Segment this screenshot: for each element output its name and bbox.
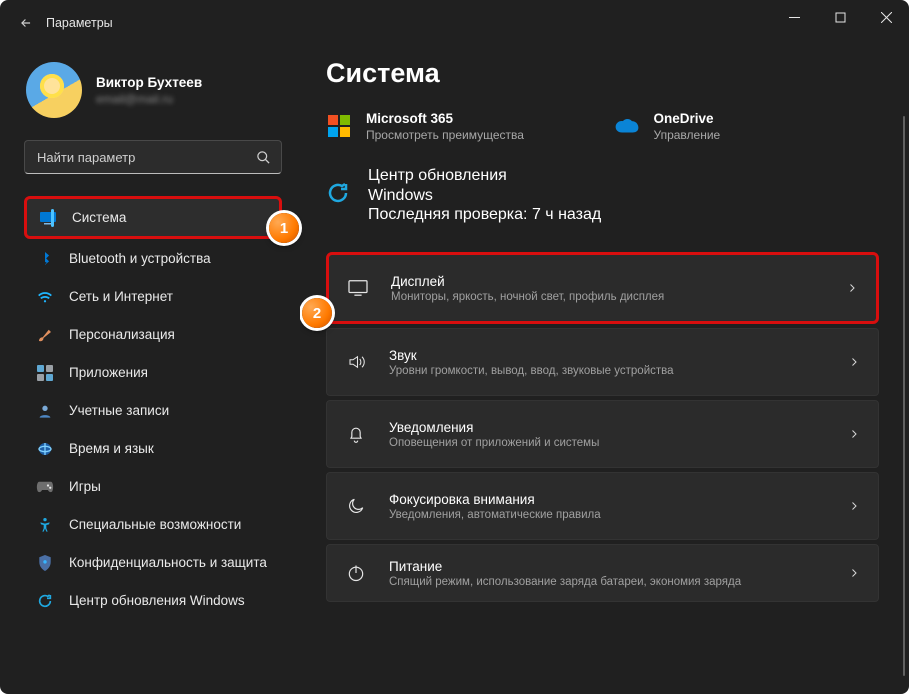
tile-title: Microsoft 365 xyxy=(366,111,524,126)
tile-sub: Последняя проверка: 7 ч назад xyxy=(368,206,601,224)
sidebar-item-label: Учетные записи xyxy=(69,403,169,418)
apps-icon xyxy=(36,364,54,382)
main-panel: Система Microsoft 365 Просмотреть преиму… xyxy=(300,46,909,694)
sidebar: Виктор Бухтеев email@mail.ru Система 1 B… xyxy=(0,46,300,694)
card-title: Фокусировка внимания xyxy=(389,492,826,507)
ms365-icon xyxy=(326,113,352,139)
chevron-right-icon xyxy=(848,427,860,441)
sidebar-item-label: Система xyxy=(72,210,126,225)
search-box[interactable] xyxy=(24,140,282,174)
wifi-icon xyxy=(36,288,54,306)
nav-list: Система 1 Bluetooth и устройства Сеть и … xyxy=(24,196,282,619)
card-sound[interactable]: Звук Уровни громкости, вывод, ввод, звук… xyxy=(326,328,879,396)
user-email: email@mail.ru xyxy=(96,92,202,106)
sidebar-item-time-language[interactable]: Время и язык xyxy=(24,430,282,467)
card-title: Звук xyxy=(389,348,826,363)
power-icon xyxy=(345,562,367,584)
card-display[interactable]: Дисплей Мониторы, яркость, ночной свет, … xyxy=(326,252,879,324)
sidebar-item-label: Конфиденциальность и защита xyxy=(69,555,267,570)
card-sub: Уровни громкости, вывод, ввод, звуковые … xyxy=(389,365,826,377)
card-power[interactable]: Питание Спящий режим, использование заря… xyxy=(326,544,879,602)
sidebar-item-system[interactable]: Система 1 xyxy=(24,196,282,239)
settings-window: Параметры Виктор Бухтеев email@mail.ru xyxy=(0,0,909,694)
globe-icon xyxy=(36,440,54,458)
avatar xyxy=(26,62,82,118)
tile-title: OneDrive xyxy=(654,111,721,126)
sidebar-item-accounts[interactable]: Учетные записи xyxy=(24,392,282,429)
account-icon xyxy=(36,402,54,420)
search-icon xyxy=(256,150,271,165)
games-icon xyxy=(36,478,54,496)
maximize-button[interactable] xyxy=(817,0,863,34)
close-button[interactable] xyxy=(863,0,909,34)
chevron-right-icon xyxy=(846,281,858,295)
sidebar-item-accessibility[interactable]: Специальные возможности xyxy=(24,506,282,543)
sidebar-item-label: Персонализация xyxy=(69,327,175,342)
sidebar-item-privacy[interactable]: Конфиденциальность и защита xyxy=(24,544,282,581)
sidebar-item-bluetooth[interactable]: Bluetooth и устройства xyxy=(24,240,282,277)
bell-icon xyxy=(345,423,367,445)
onedrive-icon xyxy=(614,113,640,139)
annotation-step-2: 2 xyxy=(302,298,332,328)
card-sub: Оповещения от приложений и системы xyxy=(389,437,826,449)
bluetooth-icon xyxy=(36,250,54,268)
sidebar-item-label: Центр обновления Windows xyxy=(69,593,245,608)
chevron-right-icon xyxy=(848,355,860,369)
tile-sub: Просмотреть преимущества xyxy=(366,128,524,142)
update-icon xyxy=(326,181,354,209)
settings-list: Дисплей Мониторы, яркость, ночной свет, … xyxy=(326,252,887,602)
card-notifications[interactable]: Уведомления Оповещения от приложений и с… xyxy=(326,400,879,468)
card-focus-assist[interactable]: Фокусировка внимания Уведомления, автома… xyxy=(326,472,879,540)
search-input[interactable] xyxy=(35,149,239,166)
sidebar-item-label: Специальные возможности xyxy=(69,517,241,532)
shield-icon xyxy=(36,554,54,572)
card-sub: Мониторы, яркость, ночной свет, профиль … xyxy=(391,291,824,303)
minimize-icon xyxy=(789,12,800,23)
moon-icon xyxy=(345,495,367,517)
window-controls xyxy=(771,0,909,34)
card-sub: Уведомления, автоматические правила xyxy=(389,509,826,521)
system-icon xyxy=(39,209,57,227)
maximize-icon xyxy=(835,12,846,23)
card-title: Питание xyxy=(389,559,826,574)
sidebar-item-apps[interactable]: Приложения xyxy=(24,354,282,391)
sound-icon xyxy=(345,351,367,373)
close-icon xyxy=(881,12,892,23)
chevron-right-icon xyxy=(848,566,860,580)
scrollbar[interactable] xyxy=(903,116,905,676)
sidebar-item-gaming[interactable]: Игры xyxy=(24,468,282,505)
minimize-button[interactable] xyxy=(771,0,817,34)
sidebar-item-personalization[interactable]: Персонализация xyxy=(24,316,282,353)
brush-icon xyxy=(36,326,54,344)
tile-onedrive[interactable]: OneDrive Управление xyxy=(614,111,888,142)
tile-microsoft365[interactable]: Microsoft 365 Просмотреть преимущества xyxy=(326,111,600,142)
chevron-right-icon xyxy=(848,499,860,513)
card-title: Уведомления xyxy=(389,420,826,435)
titlebar: Параметры xyxy=(0,0,909,46)
tile-title: Центр обновления Windows xyxy=(368,166,538,206)
sidebar-item-label: Bluetooth и устройства xyxy=(69,251,211,266)
card-sub: Спящий режим, использование заряда батар… xyxy=(389,576,826,588)
update-icon xyxy=(36,592,54,610)
sidebar-item-label: Игры xyxy=(69,479,101,494)
tile-windows-update[interactable]: Центр обновления Windows Последняя прове… xyxy=(326,166,887,224)
tile-sub: Управление xyxy=(654,128,721,142)
accessibility-icon xyxy=(36,516,54,534)
card-title: Дисплей xyxy=(391,274,824,289)
sidebar-item-label: Сеть и Интернет xyxy=(69,289,173,304)
sidebar-item-label: Приложения xyxy=(69,365,148,380)
user-name: Виктор Бухтеев xyxy=(96,75,202,90)
arrow-left-icon xyxy=(19,16,33,30)
back-button[interactable] xyxy=(8,5,44,41)
user-block[interactable]: Виктор Бухтеев email@mail.ru xyxy=(24,56,282,124)
sidebar-item-network[interactable]: Сеть и Интернет xyxy=(24,278,282,315)
display-icon xyxy=(347,277,369,299)
sidebar-item-windows-update[interactable]: Центр обновления Windows xyxy=(24,582,282,619)
page-title: Система xyxy=(326,58,887,89)
app-title: Параметры xyxy=(46,16,113,30)
annotation-step-1: 1 xyxy=(269,213,299,243)
sidebar-item-label: Время и язык xyxy=(69,441,154,456)
